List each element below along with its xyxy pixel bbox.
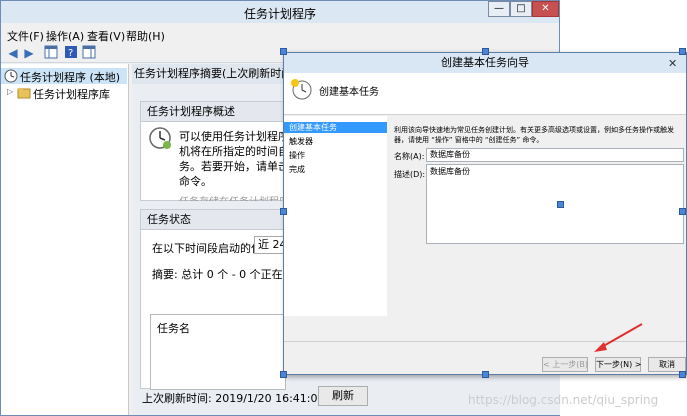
navigation-tree: 任务计划程序 (本地) ▷ 任务计划程序库 — [1, 64, 129, 415]
folder-icon — [17, 87, 31, 102]
tree-item-local-label: 任务计划程序 (本地) — [20, 71, 121, 84]
menu-help[interactable]: 帮助(H) — [126, 28, 165, 44]
tree-item-local[interactable]: 任务计划程序 (本地) — [1, 68, 127, 84]
description-textarea[interactable]: 数据库备份 — [426, 164, 684, 244]
cancel-button[interactable]: 取消 — [648, 357, 686, 372]
resize-handle[interactable] — [679, 48, 686, 55]
step-create-basic-task[interactable]: 创建基本任务 — [284, 122, 387, 133]
resize-handle[interactable] — [557, 201, 564, 208]
clock-icon — [4, 69, 18, 86]
wizard-close-icon[interactable]: ✕ — [668, 57, 677, 70]
refresh-button[interactable]: 刷新 — [318, 386, 368, 406]
title-bar: 任务计划程序 — □ ✕ — [1, 1, 559, 23]
overview-header: 任务计划程序概述 — [141, 102, 285, 122]
resize-handle[interactable] — [482, 48, 489, 55]
name-label: 名称(A): — [394, 152, 425, 161]
close-button[interactable]: ✕ — [532, 1, 559, 17]
wizard-header: 创建基本任务 — [284, 73, 686, 115]
action-pane-icon[interactable] — [81, 45, 97, 61]
resize-handle[interactable] — [679, 208, 686, 215]
menu-view[interactable]: 查看(V) — [87, 28, 125, 44]
tree-item-library-label: 任务计划程序库 — [33, 88, 110, 101]
scheduler-clock-icon — [148, 126, 172, 154]
back-button[interactable]: < 上一步(B) — [542, 357, 588, 372]
time-range-select[interactable]: 近 24 小 — [254, 236, 285, 254]
task-status-panel: 任务状态 在以下时间段启动的任... 近 24 小 摘要: 总计 0 个 - 0… — [140, 209, 323, 390]
wizard-description: 利用该向导快速地为常见任务创建计划。有关更多高级选项或设置，例如多任务操作或触发… — [394, 126, 674, 144]
minimize-button[interactable]: — — [488, 1, 510, 17]
overview-panel: 任务计划程序概述 可以使用任务计划程序来创 机将在所指定的时间自动执 务。若要开… — [140, 101, 311, 201]
resize-handle[interactable] — [280, 371, 287, 378]
overview-faded-text: 任务存储在任务计划程序库 — [179, 193, 299, 201]
description-label: 描述(D): — [394, 170, 426, 179]
maximize-button[interactable]: □ — [510, 1, 532, 17]
step-finish[interactable]: 完成 — [284, 164, 387, 175]
task-status-header: 任务状态 — [141, 210, 285, 230]
watermark: https://blog.csdn.net/qiu_spring — [468, 393, 659, 407]
tree-item-library[interactable]: ▷ 任务计划程序库 — [1, 85, 127, 101]
resize-handle[interactable] — [679, 371, 686, 378]
step-trigger[interactable]: 触发器 — [284, 136, 387, 147]
task-clock-icon — [289, 77, 313, 105]
wizard-step-list: 创建基本任务 触发器 操作 完成 — [284, 116, 387, 316]
svg-text:?: ? — [68, 48, 73, 59]
console-tree-icon[interactable] — [43, 45, 59, 61]
overview-line-4: 命令。 — [179, 175, 212, 188]
name-input[interactable]: 数据库备份 — [426, 148, 684, 162]
menu-bar: 文件(F) 操作(A) 查看(V) 帮助(H) — [1, 25, 559, 43]
last-refresh-text: 上次刷新时间: 2019/1/20 16:41:03 — [142, 392, 325, 405]
menu-file[interactable]: 文件(F) — [7, 28, 44, 44]
back-arrow-icon[interactable]: ◀ — [5, 45, 21, 61]
wizard-title: 创建基本任务向导 — [284, 53, 686, 73]
resize-handle[interactable] — [280, 208, 287, 215]
resize-handle[interactable] — [280, 48, 287, 55]
step-action[interactable]: 操作 — [284, 150, 387, 161]
menu-action[interactable]: 操作(A) — [46, 28, 84, 44]
resize-handle[interactable] — [482, 371, 489, 378]
expand-arrow-icon[interactable]: ▷ — [7, 87, 13, 96]
window-title: 任务计划程序 — [243, 7, 316, 21]
red-arrow-icon — [594, 323, 643, 352]
wizard-heading: 创建基本任务 — [319, 87, 379, 98]
task-list[interactable]: 任务名 — [150, 314, 286, 390]
forward-arrow-icon[interactable]: ▶ — [21, 45, 37, 61]
column-task-name[interactable]: 任务名 — [157, 320, 190, 336]
help-icon[interactable]: ? — [63, 45, 79, 61]
